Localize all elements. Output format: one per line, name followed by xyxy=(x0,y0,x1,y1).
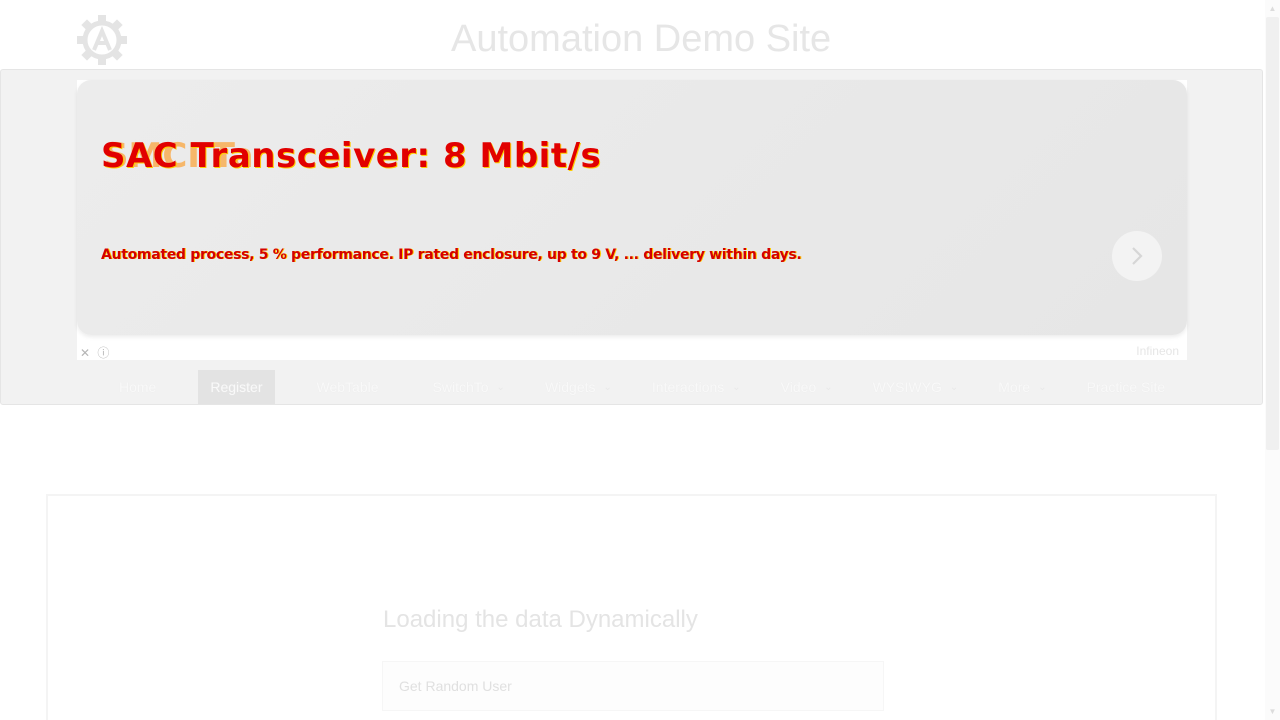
scroll-up-arrow-icon[interactable]: ▲ xyxy=(1265,4,1280,13)
nav-item-practice-site[interactable]: Practice Site xyxy=(1087,370,1166,404)
scrollbar-thumb[interactable] xyxy=(1266,17,1279,450)
nav-item-register[interactable]: Register xyxy=(198,370,275,404)
site-title: Automation Demo Site xyxy=(451,18,832,60)
ad-next-button[interactable] xyxy=(1112,231,1162,281)
chevron-down-icon: ⌄ xyxy=(496,381,505,393)
info-icon[interactable]: ⓘ xyxy=(97,346,109,360)
page: Automation Demo Site SMCI Ta SAC Transce… xyxy=(0,0,1280,720)
nav-item-label: More xyxy=(998,379,1031,395)
nav-item-label: WebTable xyxy=(316,379,379,395)
vertical-scrollbar[interactable]: ▲ ▼ xyxy=(1265,0,1280,720)
nav-item-widgets[interactable]: Widgets ⌄ xyxy=(545,370,612,404)
nav-item-wysiwyg[interactable]: WYSIWYG ⌄ xyxy=(873,370,959,404)
nav-item-interactions[interactable]: Interactions ⌄ xyxy=(652,370,741,404)
nav-item-label: SwitchTo xyxy=(432,379,489,395)
advertisement[interactable]: SMCI Ta SAC Transceiver: 8 Mbit/s Automa… xyxy=(77,80,1187,360)
ad-controls[interactable]: ✕ ⓘ xyxy=(80,344,113,361)
nav-item-label: Widgets xyxy=(544,379,596,395)
chevron-down-icon: ⌄ xyxy=(824,381,833,393)
ad-brand-label[interactable]: Infineon xyxy=(1136,344,1179,358)
nav-item-home[interactable]: Home xyxy=(119,370,156,404)
nav-item-label: WYSIWYG xyxy=(872,379,942,395)
chevron-down-icon: ⌄ xyxy=(732,381,741,393)
nav-item-switchto[interactable]: SwitchTo ⌄ xyxy=(433,370,505,404)
content-panel: Loading the data Dynamically Get Random … xyxy=(46,494,1217,720)
nav-item-label: Home xyxy=(119,379,157,395)
close-icon[interactable]: ✕ xyxy=(80,346,90,360)
ad-card[interactable]: SMCI Ta SAC Transceiver: 8 Mbit/s Automa… xyxy=(77,80,1187,335)
chevron-down-icon: ⌄ xyxy=(603,381,612,393)
chevron-right-icon xyxy=(1132,247,1143,265)
nav-item-label: Register xyxy=(210,379,263,395)
scroll-down-arrow-icon[interactable]: ▼ xyxy=(1265,707,1280,716)
nav-item-video[interactable]: Video ⌄ xyxy=(781,370,833,404)
ad-headline[interactable]: SAC Transceiver: 8 Mbit/s xyxy=(101,136,601,176)
nav-item-webtable[interactable]: WebTable xyxy=(317,370,379,404)
ad-body-text[interactable]: Automated process, 5 % performance. IP r… xyxy=(101,247,802,263)
chevron-down-icon: ⌄ xyxy=(1038,381,1047,393)
nav-item-label: Video xyxy=(780,379,817,395)
nav-item-more[interactable]: More ⌄ xyxy=(998,370,1046,404)
nav-item-label: Practice Site xyxy=(1086,379,1166,395)
get-random-user-button[interactable]: Get Random User xyxy=(382,661,884,711)
section-heading: Loading the data Dynamically xyxy=(383,606,698,633)
gear-logo-icon[interactable] xyxy=(76,12,128,68)
nav-item-label: Interactions xyxy=(651,379,725,395)
chevron-down-icon: ⌄ xyxy=(949,381,959,393)
main-navigation: Home Register WebTable SwitchTo ⌄ Widget… xyxy=(100,370,1165,404)
